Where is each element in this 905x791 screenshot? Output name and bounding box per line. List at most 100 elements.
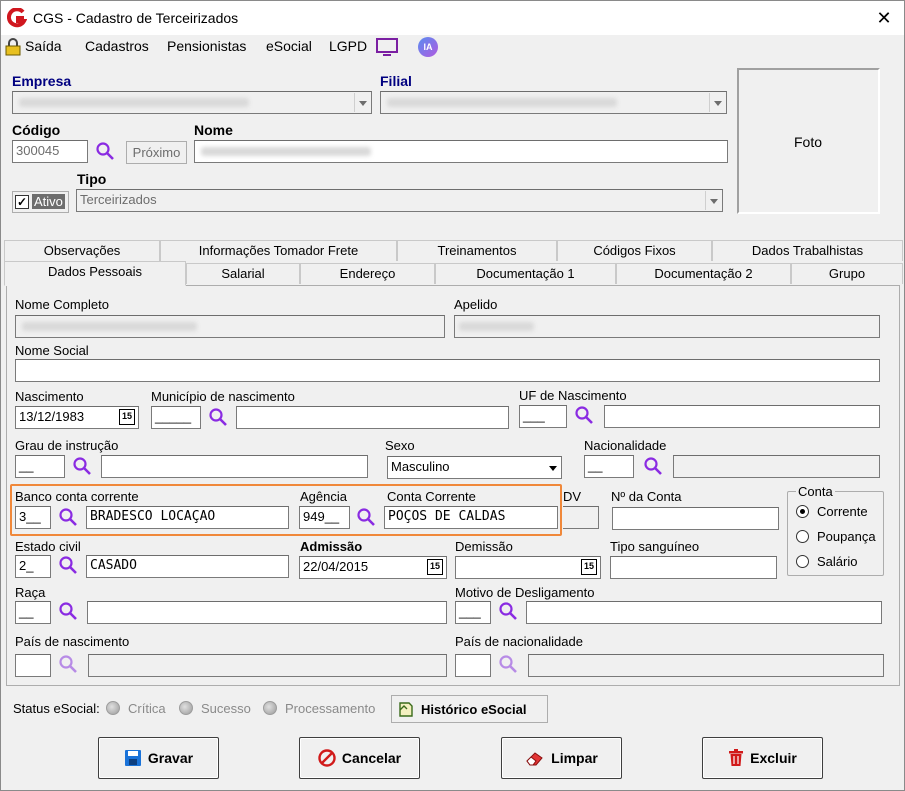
sucesso-status-icon <box>179 701 193 715</box>
banco-name-input[interactable]: BRADESCO LOCAÇAO <box>86 506 289 529</box>
monitor-icon[interactable] <box>376 38 398 56</box>
save-icon <box>124 750 141 766</box>
apelido-input[interactable] <box>454 315 880 338</box>
search-grau-icon[interactable] <box>72 456 92 476</box>
search-uf-icon[interactable] <box>574 405 594 425</box>
nascimento-input[interactable]: 13/12/1983 15 <box>15 406 139 429</box>
filial-label: Filial <box>380 73 412 89</box>
grau-code-input[interactable]: __ <box>15 455 65 478</box>
agencia-code-input[interactable]: 949__ <box>299 506 350 529</box>
main-window: CGS - Cadastro de Terceirizados ✕ Saída … <box>0 0 905 791</box>
search-raca-icon[interactable] <box>58 601 78 621</box>
close-button[interactable]: ✕ <box>869 5 899 31</box>
ativo-checkbox[interactable]: ✓ Ativo <box>12 191 69 213</box>
calendar-nascimento-icon[interactable]: 15 <box>119 409 135 425</box>
menu-bar: Saída Cadastros Pensionistas eSocial LGP… <box>1 35 904 59</box>
grau-name-input[interactable] <box>101 455 368 478</box>
radio-salario[interactable] <box>796 555 809 568</box>
tipo-sanguineo-input[interactable] <box>610 556 777 579</box>
search-agencia-icon[interactable] <box>356 507 376 527</box>
estado-civil-code-input[interactable]: 2_ <box>15 555 51 578</box>
search-banco-icon[interactable] <box>58 507 78 527</box>
search-pais-nasc-icon[interactable] <box>58 654 78 674</box>
tab-codigos-fixos[interactable]: Códigos Fixos <box>557 240 712 261</box>
search-municipio-icon[interactable] <box>208 407 228 427</box>
cancelar-button[interactable]: Cancelar <box>299 737 420 779</box>
photo-frame[interactable]: Foto <box>737 68 880 214</box>
empresa-combo[interactable] <box>12 91 372 114</box>
nome-completo-label: Nome Completo <box>15 297 109 312</box>
sucesso-label: Sucesso <box>201 701 251 716</box>
tab-treinamentos[interactable]: Treinamentos <box>397 240 557 261</box>
gravar-label: Gravar <box>147 750 194 766</box>
admissao-input[interactable]: 22/04/2015 15 <box>299 556 447 579</box>
municipio-code-input[interactable]: _____ <box>151 406 201 429</box>
estado-civil-name-input[interactable]: CASADO <box>86 555 289 578</box>
municipio-name-input[interactable] <box>236 406 509 429</box>
raca-code-input[interactable]: __ <box>15 601 51 624</box>
menu-saida[interactable]: Saída <box>25 38 62 54</box>
pais-nasc-name-input[interactable] <box>88 654 447 677</box>
nacionalidade-name-input[interactable] <box>673 455 880 478</box>
nome-social-input[interactable] <box>15 359 880 382</box>
nacionalidade-code-input[interactable]: __ <box>584 455 634 478</box>
search-motivo-icon[interactable] <box>498 601 518 621</box>
pais-nac-label: País de nacionalidade <box>455 634 583 649</box>
pais-nasc-code-input[interactable] <box>15 654 51 677</box>
tab-documentacao-1[interactable]: Documentação 1 <box>435 263 616 284</box>
search-estado-civil-icon[interactable] <box>58 555 78 575</box>
pais-nasc-label: País de nascimento <box>15 634 130 649</box>
radio-salario-label: Salário <box>817 554 858 569</box>
filial-combo[interactable] <box>380 91 727 114</box>
tab-informacoes-tomador-frete[interactable]: Informações Tomador Frete <box>160 240 397 261</box>
gravar-button[interactable]: Gravar <box>98 737 219 779</box>
tab-grupo[interactable]: Grupo <box>791 263 903 284</box>
motivo-name-input[interactable] <box>526 601 882 624</box>
radio-corrente[interactable] <box>796 505 809 518</box>
banco-code-input[interactable]: 3__ <box>15 506 51 529</box>
menu-cadastros[interactable]: Cadastros <box>85 38 149 54</box>
ia-icon[interactable]: IA <box>418 37 438 57</box>
codigo-input[interactable]: 300045 <box>12 140 88 163</box>
proximo-button[interactable]: Próximo <box>126 141 187 164</box>
search-codigo-icon[interactable] <box>95 141 115 161</box>
menu-pensionistas[interactable]: Pensionistas <box>167 38 246 54</box>
num-conta-input[interactable] <box>612 507 779 530</box>
calendar-demissao-icon[interactable]: 15 <box>581 559 597 575</box>
trash-icon <box>729 749 744 766</box>
dv-input[interactable] <box>563 506 599 529</box>
tab-dados-pessoais[interactable]: Dados Pessoais <box>4 261 186 286</box>
search-pais-nac-icon[interactable] <box>498 654 518 674</box>
tab-observacoes[interactable]: Observações <box>4 240 160 261</box>
tab-salarial[interactable]: Salarial <box>186 263 300 284</box>
uf-code-input[interactable]: ___ <box>519 405 567 428</box>
excluir-button[interactable]: Excluir <box>702 737 823 779</box>
radio-corrente-label: Corrente <box>817 504 868 519</box>
dv-label: DV <box>563 489 582 504</box>
agencia-label: Agência <box>300 489 347 504</box>
motivo-code-input[interactable]: ___ <box>455 601 491 624</box>
calendar-admissao-icon[interactable]: 15 <box>427 559 443 575</box>
tipo-combo[interactable]: Terceirizados <box>76 189 723 212</box>
critica-status-icon <box>106 701 120 715</box>
demissao-input[interactable]: 15 <box>455 556 601 579</box>
sexo-select[interactable]: Masculino <box>387 456 562 479</box>
raca-name-input[interactable] <box>87 601 447 624</box>
menu-lgpd[interactable]: LGPD <box>329 38 367 54</box>
limpar-button[interactable]: Limpar <box>501 737 622 779</box>
uf-name-input[interactable] <box>604 405 880 428</box>
nome-input[interactable] <box>194 140 728 163</box>
tab-endereco[interactable]: Endereço <box>300 263 435 284</box>
radio-poupanca-label: Poupança <box>817 529 876 544</box>
nascimento-value: 13/12/1983 <box>19 409 85 424</box>
tab-dados-trabalhistas[interactable]: Dados Trabalhistas <box>712 240 903 261</box>
tab-documentacao-2[interactable]: Documentação 2 <box>616 263 791 284</box>
nome-completo-input[interactable] <box>15 315 445 338</box>
search-nacionalidade-icon[interactable] <box>643 456 663 476</box>
conta-corrente-input[interactable]: POÇOS DE CALDAS <box>384 506 558 529</box>
historico-esocial-button[interactable]: Histórico eSocial <box>391 695 548 723</box>
pais-nac-code-input[interactable] <box>455 654 491 677</box>
menu-esocial[interactable]: eSocial <box>266 38 312 54</box>
pais-nac-name-input[interactable] <box>528 654 884 677</box>
radio-poupanca[interactable] <box>796 530 809 543</box>
